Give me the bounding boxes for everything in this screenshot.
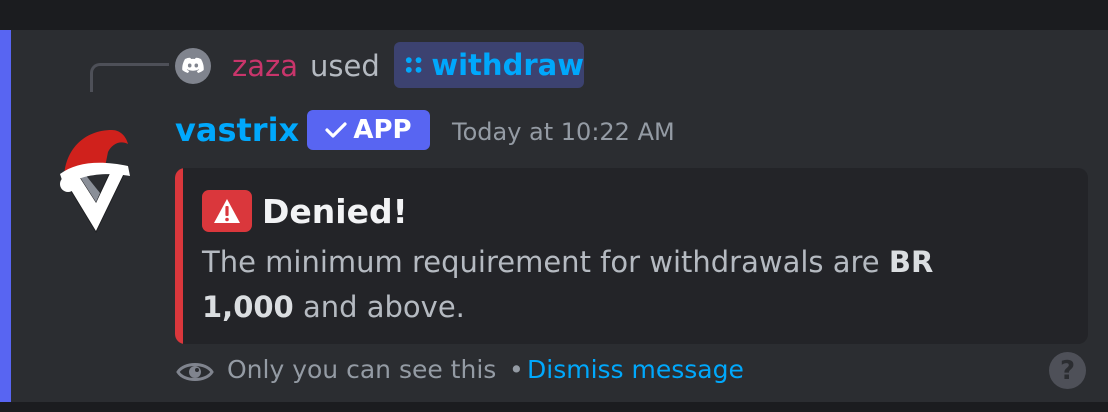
timestamp[interactable]: Today at 10:22 AM <box>452 112 675 152</box>
help-icon[interactable]: ? <box>1049 352 1086 389</box>
embed-description-prefix: The minimum requirement for withdrawals … <box>202 245 889 279</box>
reply-connector <box>90 63 169 92</box>
embed: Denied! The minimum requirement for with… <box>175 168 1088 344</box>
embed-title: Denied! <box>262 191 408 231</box>
reply-used-text: used <box>310 49 380 83</box>
discord-icon <box>182 57 204 73</box>
author-name[interactable]: vastrix <box>175 110 299 150</box>
help-label: ? <box>1059 355 1076 386</box>
command-name: withdraw <box>431 48 584 82</box>
highlight-bar <box>0 30 11 402</box>
warning-icon <box>202 190 252 232</box>
command-mention[interactable]: withdraw <box>394 42 584 88</box>
bottom-bar <box>0 402 1108 412</box>
embed-border <box>175 168 183 344</box>
visibility-notice: Only you can see this <box>227 355 497 384</box>
app-badge-label: APP <box>353 115 412 145</box>
embed-description: The minimum requirement for withdrawals … <box>202 240 992 330</box>
embed-title-row: Denied! <box>202 190 408 232</box>
reply-avatar[interactable] <box>175 48 211 84</box>
eye-icon <box>176 363 214 381</box>
slash-command-icon <box>405 57 422 73</box>
dismiss-message-link[interactable]: Dismiss message <box>527 352 744 388</box>
reply-username[interactable]: zaza <box>232 48 298 84</box>
footer-separator: • <box>509 355 524 384</box>
checkmark-icon <box>325 122 347 138</box>
app-badge: APP <box>307 110 430 150</box>
top-bar <box>0 0 1108 30</box>
embed-description-suffix: and above. <box>293 290 465 324</box>
message: zaza used withdraw vastrix APP Today at … <box>0 30 1108 402</box>
avatar[interactable] <box>56 116 132 234</box>
